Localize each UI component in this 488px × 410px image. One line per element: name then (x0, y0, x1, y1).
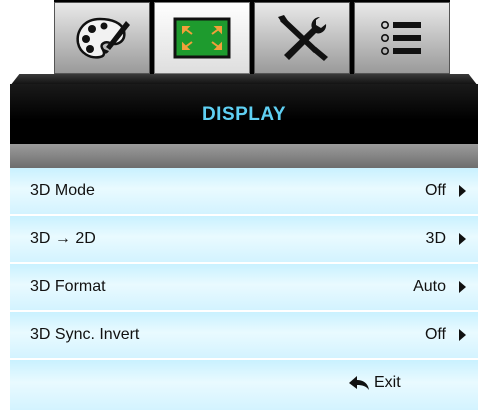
menu-list: 3D Mode Off 3D → 2D 3D 3D Format Auto 3D… (10, 168, 478, 410)
return-arrow-icon (349, 376, 369, 390)
tab-setup[interactable] (254, 2, 350, 74)
menu-item-label: 3D Format (30, 278, 106, 295)
menu-item-value: Auto (413, 278, 446, 295)
tab-strip (54, 0, 450, 74)
title-panel: DISPLAY (10, 84, 478, 144)
page-title: DISPLAY (201, 104, 287, 125)
menu-item-3d-mode[interactable]: 3D Mode Off (10, 168, 478, 216)
tab-picture[interactable] (54, 2, 150, 74)
menu-item-value: Off (424, 326, 446, 343)
menu-item-label: 3D Mode (30, 182, 95, 199)
tab-bar (0, 0, 488, 86)
chevron-right-icon (459, 329, 466, 341)
palette-icon (76, 17, 130, 59)
menu-item-value: Off (424, 182, 446, 199)
menu-item-label: 3D Sync. Invert (30, 326, 140, 343)
menu-item-3d-sync-invert[interactable]: 3D Sync. Invert Off (10, 312, 478, 360)
chevron-right-icon (459, 281, 466, 293)
menu-item-value: 3D (425, 230, 446, 247)
menu-item-3d-format[interactable]: 3D Format Auto (10, 264, 478, 312)
menu-item-3d-to-2d[interactable]: 3D → 2D 3D (10, 216, 478, 264)
menu-item-label: 3D → 2D (30, 230, 96, 247)
exit-row: Exit (10, 360, 478, 410)
tab-display[interactable] (154, 2, 250, 74)
tab-options[interactable] (354, 2, 450, 74)
display-resize-icon (173, 17, 231, 59)
chevron-right-icon (459, 185, 466, 197)
tools-icon (278, 15, 328, 61)
exit-label: Exit (374, 374, 401, 391)
exit-button[interactable]: Exit (348, 374, 401, 392)
title-separator (10, 144, 478, 168)
menu-list-icon (380, 21, 421, 55)
chevron-right-icon (459, 233, 466, 245)
